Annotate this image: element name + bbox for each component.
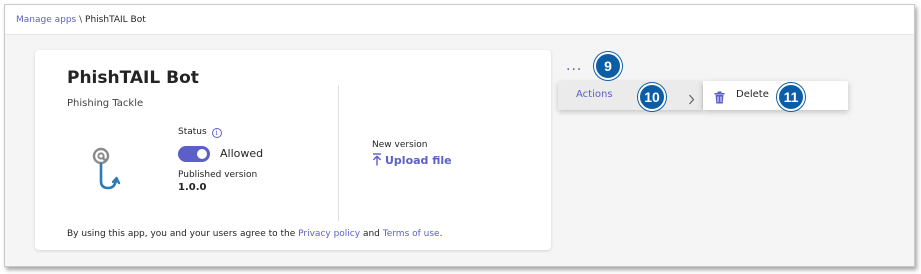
privacy-policy-link[interactable]: Privacy policy: [298, 229, 360, 239]
breadcrumb-manage-apps-link[interactable]: Manage apps: [16, 15, 76, 25]
new-version-label: New version: [372, 140, 428, 150]
callout-badge-9: 9: [594, 52, 622, 80]
breadcrumb-separator: \: [79, 15, 83, 25]
app-publisher: Phishing Tackle: [67, 98, 144, 109]
terms-notice: By using this app, you and your users ag…: [67, 229, 442, 239]
app-title: PhishTAIL Bot: [67, 68, 199, 88]
trash-icon: [714, 89, 725, 108]
upload-file-button[interactable]: Upload file: [372, 153, 452, 169]
breadcrumb: Manage apps \ PhishTAIL Bot: [5, 5, 914, 35]
actions-label: Actions: [576, 89, 613, 100]
callout-badge-10: 10: [638, 83, 666, 111]
terms-suffix: .: [439, 229, 443, 239]
at-sign-fish-hook-icon: [87, 146, 127, 192]
terms-conjunction: and: [360, 229, 383, 239]
published-version-label: Published version: [178, 170, 258, 180]
toggle-knob: [197, 149, 207, 159]
allowed-toggle[interactable]: [178, 146, 210, 162]
delete-label: Delete: [736, 89, 769, 100]
breadcrumb-current: PhishTAIL Bot: [85, 15, 146, 25]
app-details-card: PhishTAIL Bot Phishing Tackle Status i A…: [35, 50, 551, 250]
more-options-button[interactable]: ...: [566, 58, 582, 74]
status-label: Status i: [178, 127, 222, 138]
info-icon[interactable]: i: [211, 128, 222, 138]
published-version-value: 1.0.0: [178, 182, 207, 193]
chevron-right-icon: [688, 90, 695, 109]
app-details-window: Manage apps \ PhishTAIL Bot PhishTAIL Bo…: [4, 4, 915, 267]
upload-arrow-icon: [372, 153, 382, 169]
terms-of-use-link[interactable]: Terms of use: [383, 229, 440, 239]
status-value: Allowed: [220, 147, 264, 160]
section-divider: [338, 85, 339, 221]
upload-file-label: Upload file: [385, 154, 452, 167]
delete-menu-item[interactable]: Delete: [703, 81, 848, 110]
status-label-text: Status: [178, 127, 207, 137]
actions-menu-item[interactable]: Actions: [558, 81, 702, 110]
callout-badge-11: 11: [777, 83, 805, 111]
terms-prefix: By using this app, you and your users ag…: [67, 229, 299, 239]
